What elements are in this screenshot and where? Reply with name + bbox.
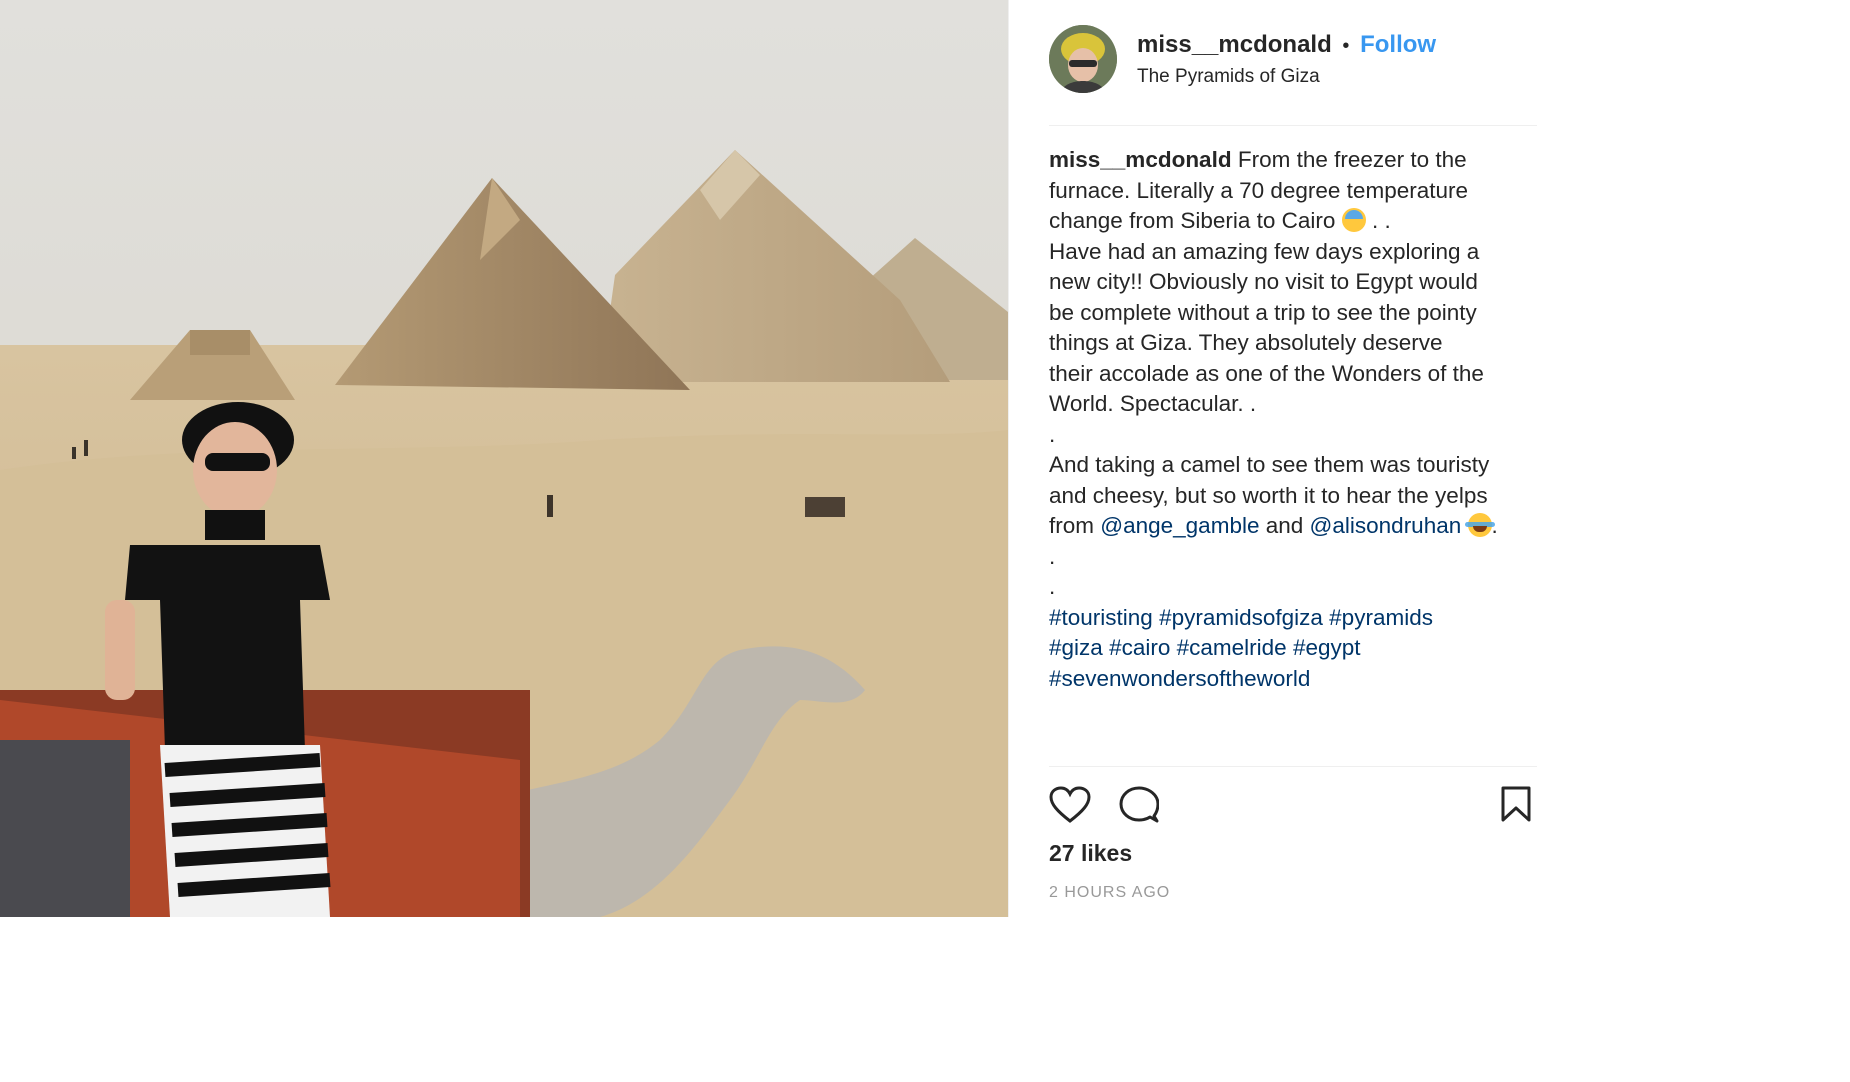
follow-button[interactable]: Follow	[1360, 31, 1436, 58]
actions-divider	[1049, 766, 1537, 767]
hashtag-link[interactable]: #pyramidsofgiza	[1159, 605, 1323, 630]
hashtag-link[interactable]: #pyramids	[1329, 605, 1433, 630]
post-photo[interactable]	[0, 0, 1008, 917]
hashtag-line: #touristing #pyramidsofgiza #pyramids	[1049, 603, 1539, 634]
caption-text: change from Siberia to Cairo	[1049, 208, 1336, 233]
caption-line: their accolade as one of the Wonders of …	[1049, 360, 1484, 386]
pyramids-camel-photo	[0, 0, 1008, 917]
caption-text: and	[1265, 513, 1304, 538]
avatar-image	[1049, 25, 1117, 93]
hashtag-link[interactable]: #egypt	[1293, 635, 1361, 660]
caption-line: .	[1049, 421, 1056, 447]
caption-line: new city!! Obviously no visit to Egypt w…	[1049, 269, 1478, 294]
bookmark-outline-icon	[1501, 786, 1531, 822]
caption-text: From the freezer to the	[1237, 147, 1467, 172]
caption-line: World. Spectacular. .	[1049, 391, 1257, 416]
save-button[interactable]	[1501, 786, 1531, 827]
caption-line: change from Siberia to Cairo . .	[1049, 206, 1539, 237]
caption-line: .	[1049, 543, 1056, 569]
caption-text: . .	[1371, 208, 1391, 233]
heart-outline-icon	[1049, 786, 1091, 823]
caption-line: things at Giza. They absolutely deserve	[1049, 330, 1443, 355]
hashtag-link[interactable]: #cairo	[1109, 635, 1170, 660]
likes-count[interactable]: 27 likes	[1049, 840, 1132, 867]
caption-text: from	[1049, 513, 1094, 538]
caption-line: and cheesy, but so worth it to hear the …	[1049, 482, 1488, 508]
sad-sweat-emoji-icon	[1341, 208, 1366, 232]
location-link[interactable]: The Pyramids of Giza	[1137, 66, 1320, 88]
post-timestamp[interactable]: 2 HOURS AGO	[1049, 884, 1170, 902]
hashtag-link[interactable]: #touristing	[1049, 605, 1153, 630]
comment-button[interactable]	[1119, 786, 1160, 829]
post-side-panel: miss__mcdonald • Follow The Pyramids of …	[1008, 0, 1569, 917]
mention-link[interactable]: @ange_gamble	[1100, 513, 1259, 538]
avatar[interactable]	[1049, 25, 1117, 93]
caption-line: And taking a camel to see them was touri…	[1049, 452, 1490, 477]
post-caption: miss__mcdonald From the freezer to the f…	[1049, 145, 1539, 694]
caption-line: .	[1049, 574, 1056, 599]
caption-line: Have had an amazing few days exploring a	[1049, 238, 1480, 264]
hashtag-line: #giza #cairo #camelride #egypt	[1049, 633, 1539, 664]
hashtag-line: #sevenwondersoftheworld	[1049, 664, 1539, 695]
mention-link[interactable]: @alisondruhan	[1310, 513, 1462, 538]
like-button[interactable]	[1049, 786, 1091, 829]
hashtag-link[interactable]: #camelride	[1177, 635, 1287, 660]
caption-username-link[interactable]: miss__mcdonald	[1049, 147, 1232, 172]
hashtag-link[interactable]: #giza	[1049, 635, 1103, 660]
comment-bubble-icon	[1119, 786, 1160, 823]
laughing-tears-emoji-icon	[1464, 513, 1495, 537]
caption-line: from @ange_gamble and @alisondruhan .	[1049, 511, 1539, 542]
separator-dot: •	[1342, 35, 1350, 57]
caption-line: be complete without a trip to see the po…	[1049, 299, 1477, 325]
caption-line: furnace. Literally a 70 degree temperatu…	[1049, 177, 1468, 203]
username-link[interactable]: miss__mcdonald	[1137, 31, 1332, 58]
header-user-row: miss__mcdonald • Follow	[1137, 31, 1436, 59]
post-header: miss__mcdonald • Follow The Pyramids of …	[1049, 25, 1537, 126]
hashtag-link[interactable]: #sevenwondersoftheworld	[1049, 666, 1310, 691]
caption-line: miss__mcdonald From the freezer to the	[1049, 145, 1539, 176]
